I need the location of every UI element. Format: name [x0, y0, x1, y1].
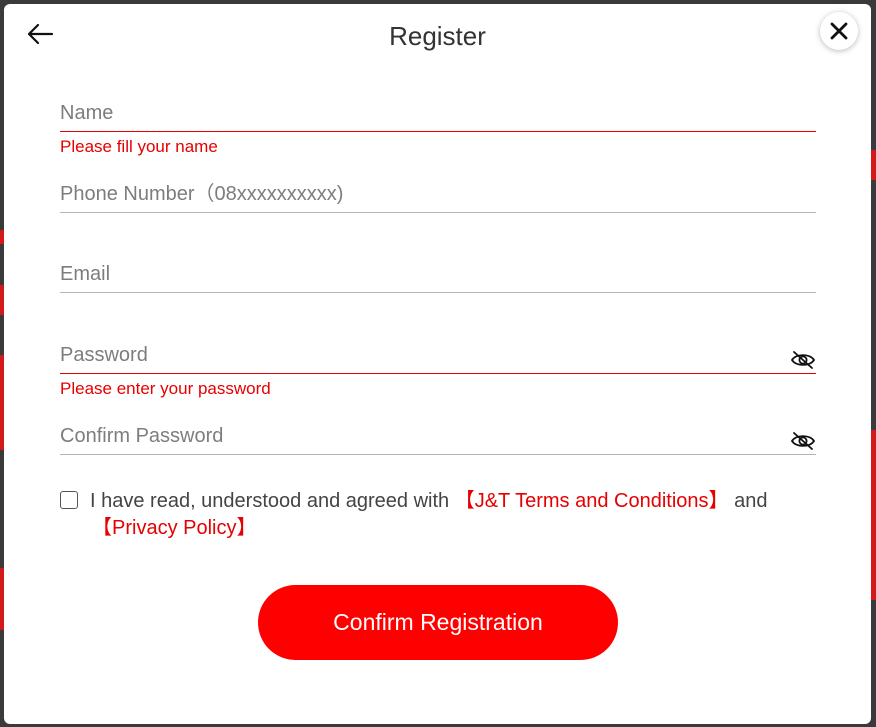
password-field-group: Please enter your password: [60, 338, 816, 398]
confirm-password-field-group: [60, 419, 816, 455]
name-error-message: Please fill your name: [60, 137, 218, 156]
agreement-section: I have read, understood and agreed with …: [60, 488, 820, 542]
privacy-policy-link[interactable]: 【Privacy Policy】: [92, 517, 256, 539]
email-field-group: [60, 257, 816, 293]
confirm-password-input[interactable]: [60, 419, 816, 455]
agreement-line: I have read, understood and agreed with …: [60, 488, 820, 515]
password-error-message: Please enter your password: [60, 379, 271, 398]
agree-checkbox[interactable]: [60, 491, 78, 509]
agreement-line: 【Privacy Policy】: [60, 515, 820, 542]
eye-slash-icon[interactable]: [790, 431, 816, 451]
confirm-registration-button[interactable]: Confirm Registration: [258, 585, 618, 660]
email-input[interactable]: [60, 257, 816, 293]
agreement-text: I have read, understood and agreed with: [90, 490, 450, 512]
close-icon: [830, 22, 848, 40]
password-input[interactable]: [60, 338, 816, 374]
agreement-and: and: [734, 490, 768, 512]
close-button[interactable]: [820, 12, 858, 50]
name-input[interactable]: [60, 96, 816, 132]
phone-input[interactable]: [60, 177, 816, 213]
register-modal: Register Please fill your name Please en…: [4, 4, 871, 724]
terms-link[interactable]: 【J&T Terms and Conditions】: [455, 490, 729, 512]
page-title: Register: [389, 21, 486, 51]
name-field-group: Please fill your name: [60, 96, 816, 156]
phone-field-group: [60, 177, 816, 213]
eye-slash-icon[interactable]: [790, 350, 816, 370]
